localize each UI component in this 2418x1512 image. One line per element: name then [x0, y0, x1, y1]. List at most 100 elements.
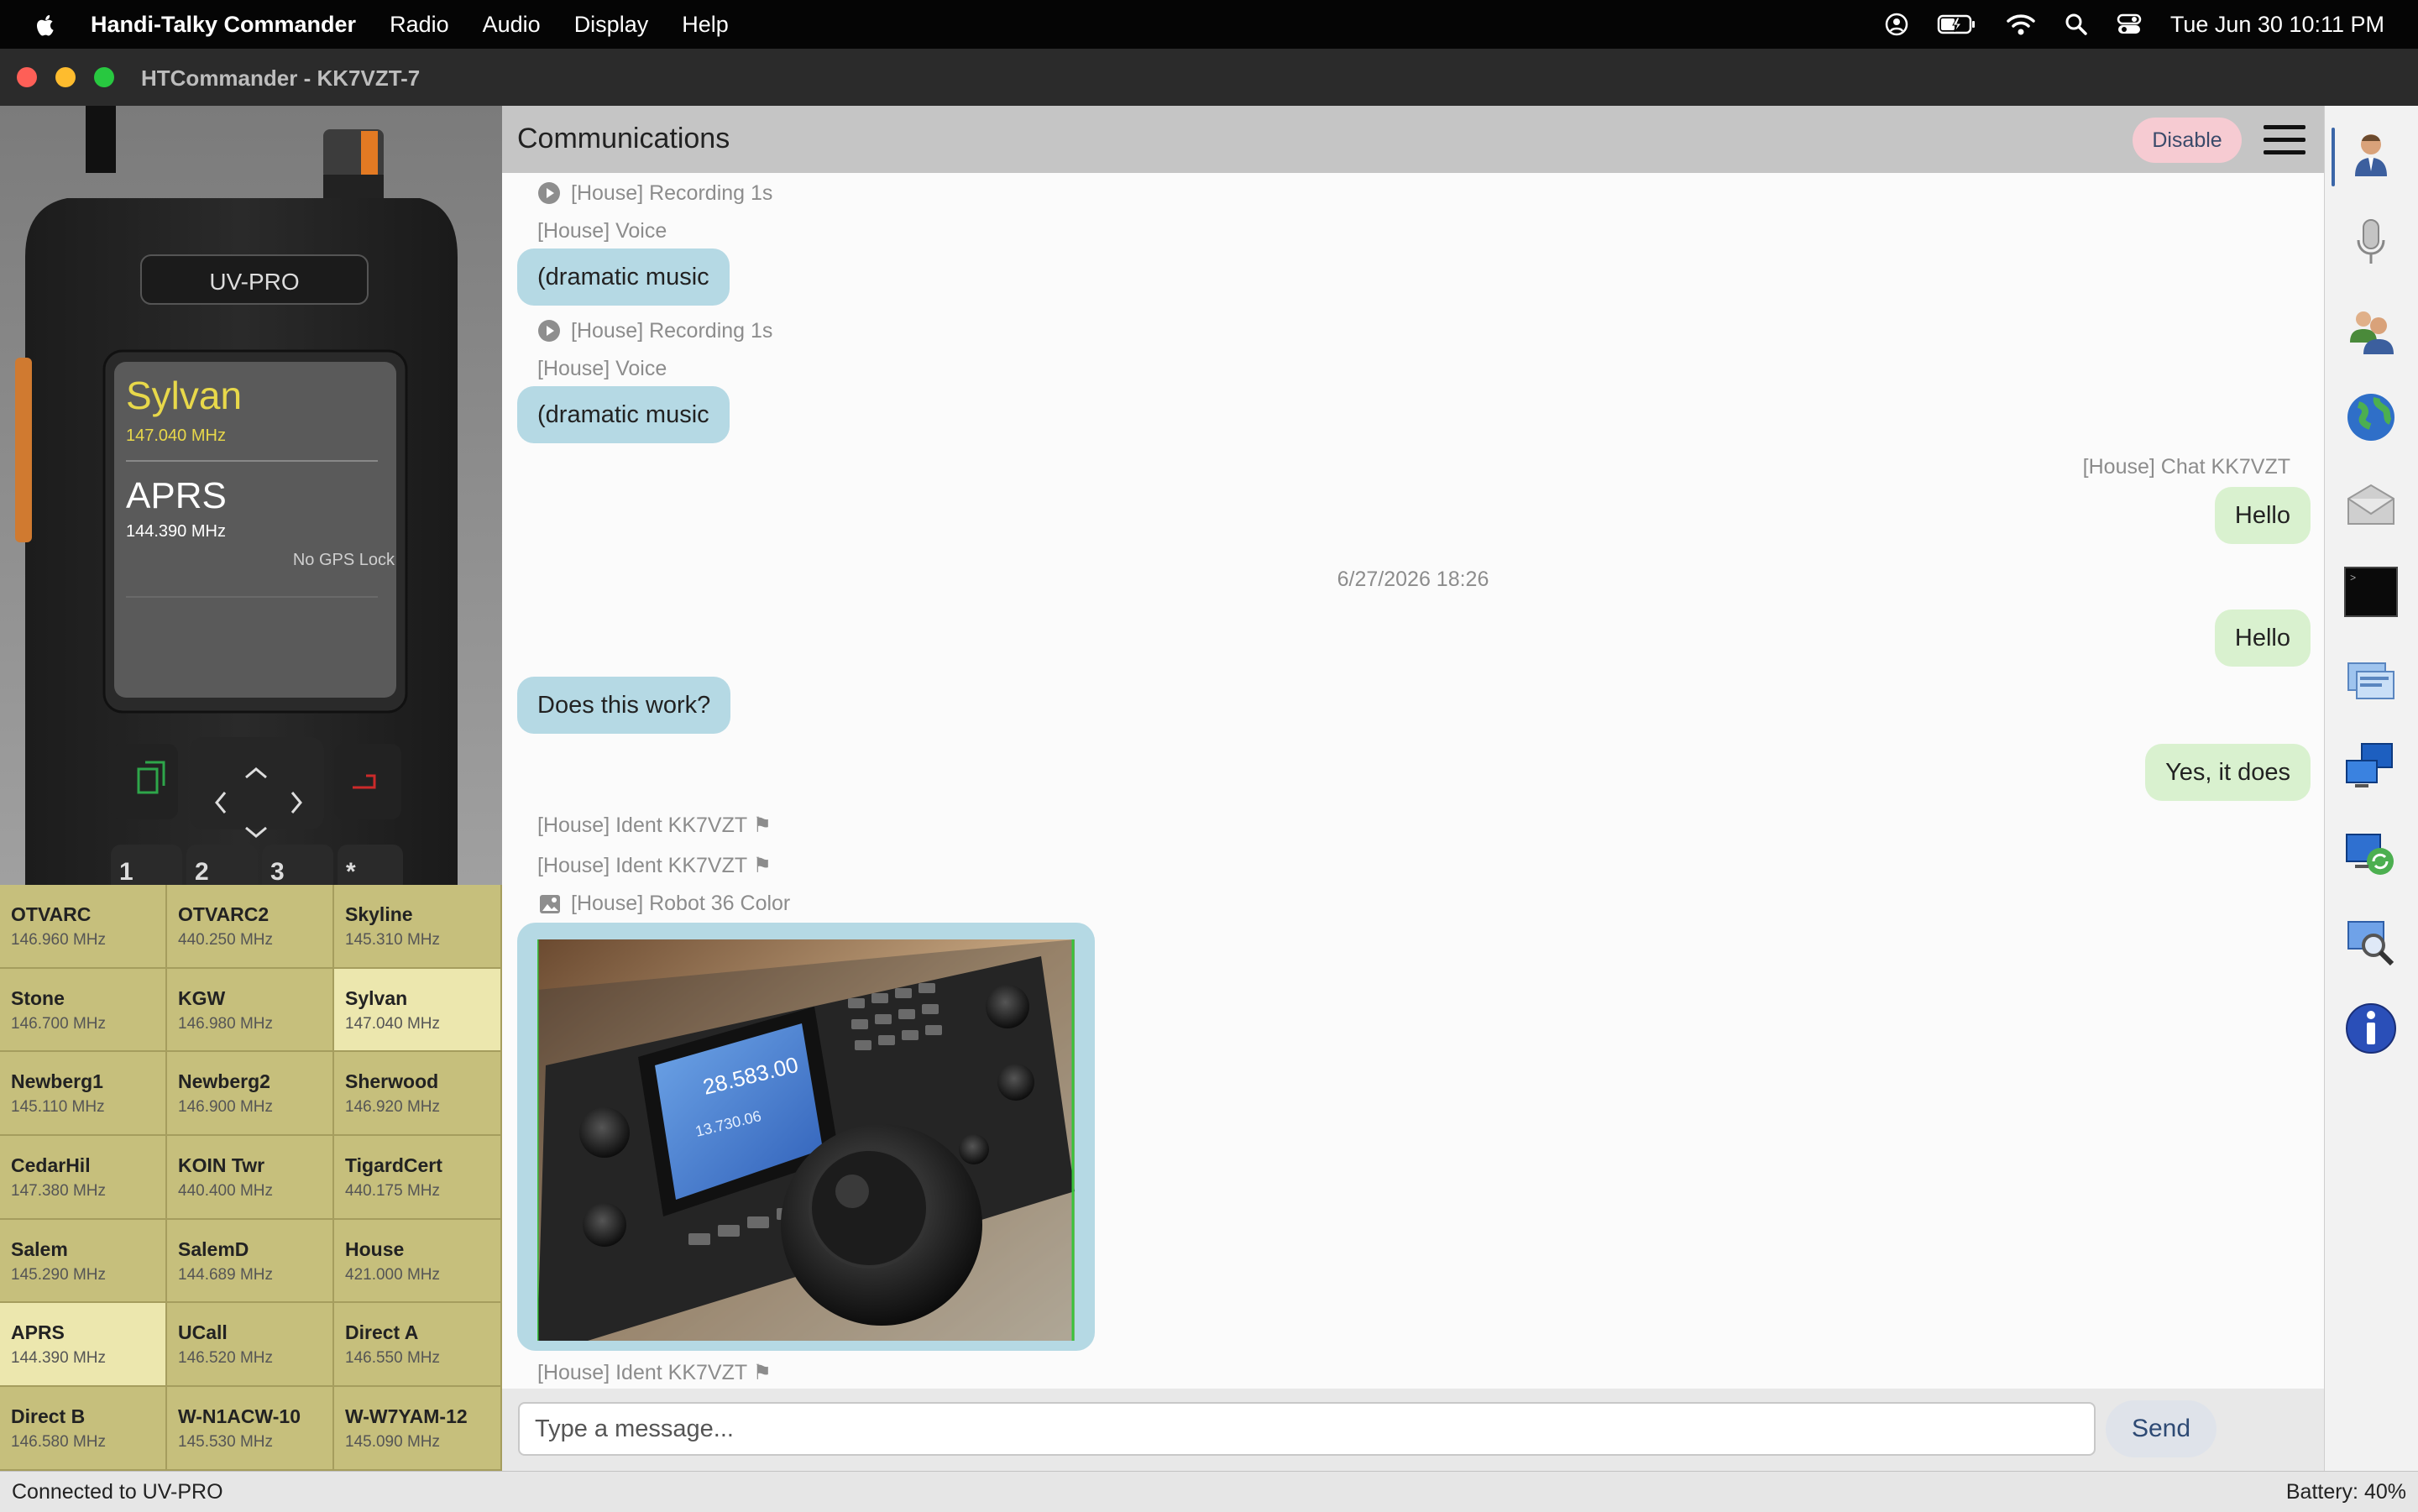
incoming-message-bubble[interactable]: (dramatic music: [517, 249, 730, 306]
message-input[interactable]: [518, 1402, 2096, 1456]
window-title: HTCommander - KK7VZT-7: [141, 65, 421, 91]
vfo-a-frequency: 147.040 MHz: [126, 426, 226, 445]
channel-button[interactable]: TigardCert 440.175 MHz: [334, 1136, 502, 1220]
bbs-icon[interactable]: [2343, 651, 2399, 707]
channel-button[interactable]: UCall 146.520 MHz: [167, 1303, 334, 1388]
channel-name: SalemD: [178, 1237, 249, 1260]
channel-button[interactable]: OTVARC2 440.250 MHz: [167, 885, 334, 969]
battery-icon[interactable]: [1937, 13, 1977, 35]
search-icon[interactable]: [2343, 913, 2399, 969]
channel-button[interactable]: W-W7YAM-12 145.090 MHz: [334, 1387, 502, 1471]
app-menu[interactable]: Handi-Talky Commander: [91, 12, 356, 38]
channel-frequency: 440.400 MHz: [178, 1182, 274, 1201]
mail-icon[interactable]: [2343, 477, 2399, 532]
terminal-icon[interactable]: >: [2343, 564, 2399, 620]
connection-status: Connected to UV-PRO: [12, 1480, 223, 1504]
ident-label: [House] Ident KK7VZT ⚑: [537, 854, 772, 877]
channel-button[interactable]: Stone 146.700 MHz: [0, 968, 167, 1053]
globe-icon[interactable]: [2343, 390, 2399, 445]
voice-label: [House] Voice: [537, 357, 667, 380]
channel-frequency: 147.380 MHz: [11, 1182, 107, 1201]
microphone-icon[interactable]: [2343, 215, 2399, 270]
channel-frequency: 146.900 MHz: [178, 1098, 274, 1117]
radio-menu[interactable]: Radio: [390, 12, 449, 38]
channel-frequency: 144.390 MHz: [11, 1349, 107, 1368]
channel-button[interactable]: KOIN Twr 440.400 MHz: [167, 1136, 334, 1220]
outgoing-message-bubble[interactable]: Hello: [2214, 610, 2311, 667]
svg-text:*: *: [346, 858, 356, 885]
play-icon[interactable]: [537, 319, 561, 343]
clock[interactable]: Tue Jun 30 10:11 PM: [2170, 12, 2384, 38]
channel-button[interactable]: Newberg1 145.110 MHz: [0, 1052, 167, 1137]
channel-frequency: 440.250 MHz: [178, 931, 274, 949]
chat-sender-label: [House] Chat KK7VZT: [2082, 455, 2290, 479]
disable-button[interactable]: Disable: [2133, 118, 2242, 163]
message-list[interactable]: [House] Recording 1s [House] Voice (dram…: [502, 173, 2324, 1389]
channel-frequency: 146.980 MHz: [178, 1014, 274, 1033]
channel-frequency: 145.290 MHz: [11, 1265, 107, 1284]
status-bar: Connected to UV-PRO Battery: 40%: [0, 1471, 2418, 1512]
control-center-icon[interactable]: [2117, 13, 2142, 36]
channel-frequency: 145.310 MHz: [345, 931, 441, 949]
send-button[interactable]: Send: [2106, 1400, 2216, 1457]
channel-name: Direct B: [11, 1405, 86, 1428]
gps-status: No GPS Lock: [292, 551, 395, 569]
channel-button[interactable]: Direct B 146.580 MHz: [0, 1387, 167, 1471]
channel-frequency: 146.960 MHz: [11, 931, 107, 949]
minimize-window-button[interactable]: [55, 67, 76, 87]
channel-frequency: 146.550 MHz: [345, 1349, 441, 1368]
torrent-icon[interactable]: [2343, 826, 2399, 882]
channel-button[interactable]: KGW 146.980 MHz: [167, 968, 334, 1053]
channel-name: Newberg2: [178, 1070, 270, 1093]
outgoing-message-bubble[interactable]: Hello: [2214, 487, 2311, 544]
display-menu[interactable]: Display: [574, 12, 649, 38]
contacts-icon[interactable]: [2343, 126, 2399, 181]
channel-frequency: 421.000 MHz: [345, 1265, 441, 1284]
play-icon[interactable]: [537, 181, 561, 205]
incoming-message-bubble[interactable]: (dramatic music: [517, 386, 730, 443]
channel-frequency: 144.689 MHz: [178, 1265, 274, 1284]
outgoing-message-bubble[interactable]: Yes, it does: [2145, 744, 2311, 801]
channel-button[interactable]: CedarHil 147.380 MHz: [0, 1136, 167, 1220]
channel-button[interactable]: Sylvan 147.040 MHz: [334, 968, 502, 1053]
channel-button[interactable]: OTVARC 146.960 MHz: [0, 885, 167, 969]
channel-button[interactable]: W-N1ACW-10 145.530 MHz: [167, 1387, 334, 1471]
info-icon[interactable]: [2343, 1001, 2399, 1056]
message-composer: Send: [502, 1389, 2324, 1471]
menu-bar: Handi-Talky Commander Radio Audio Displa…: [0, 0, 2418, 49]
channel-frequency: 146.520 MHz: [178, 1349, 274, 1368]
channel-name: UCall: [178, 1321, 228, 1344]
sstv-received-image[interactable]: 28.583.00 13.730.06: [537, 939, 1075, 1341]
channel-name: KOIN Twr: [178, 1154, 265, 1177]
channel-name: TigardCert: [345, 1154, 442, 1177]
battery-status: Battery: 40%: [2285, 1480, 2406, 1504]
channel-name: House: [345, 1237, 405, 1260]
channel-name: CedarHil: [11, 1154, 91, 1177]
audio-menu[interactable]: Audio: [483, 12, 541, 38]
channel-name: OTVARC2: [178, 903, 270, 925]
spotlight-search-icon[interactable]: [2065, 13, 2088, 36]
channel-button[interactable]: Sherwood 146.920 MHz: [334, 1052, 502, 1137]
wifi-icon[interactable]: [2006, 13, 2036, 36]
close-window-button[interactable]: [17, 67, 37, 87]
apple-icon[interactable]: [34, 11, 57, 38]
window-title-bar: HTCommander - KK7VZT-7: [0, 49, 2418, 106]
user-account-icon[interactable]: [1885, 13, 1908, 36]
zoom-window-button[interactable]: [94, 67, 114, 87]
users-icon[interactable]: [2343, 302, 2399, 358]
sstv-image-bubble[interactable]: 28.583.00 13.730.06: [517, 923, 1095, 1351]
channel-button[interactable]: Salem 145.290 MHz: [0, 1219, 167, 1304]
channel-button[interactable]: Skyline 145.310 MHz: [334, 885, 502, 969]
incoming-message-bubble[interactable]: Does this work?: [517, 677, 731, 734]
channel-button[interactable]: APRS 144.390 MHz: [0, 1303, 167, 1388]
channel-frequency: 145.530 MHz: [178, 1433, 274, 1452]
help-menu[interactable]: Help: [682, 12, 729, 38]
hamburger-menu-icon[interactable]: [2264, 124, 2305, 156]
channel-frequency: 146.700 MHz: [11, 1014, 107, 1033]
channel-button[interactable]: Newberg2 146.900 MHz: [167, 1052, 334, 1137]
radio-panel: 1 2 3 * UV-PRO Sylvan 147.040 MHz APRS 144.…: [0, 106, 502, 885]
channel-button[interactable]: SalemD 144.689 MHz: [167, 1219, 334, 1304]
channel-button[interactable]: House 421.000 MHz: [334, 1219, 502, 1304]
network-icon[interactable]: [2343, 739, 2399, 794]
channel-button[interactable]: Direct A 146.550 MHz: [334, 1303, 502, 1388]
